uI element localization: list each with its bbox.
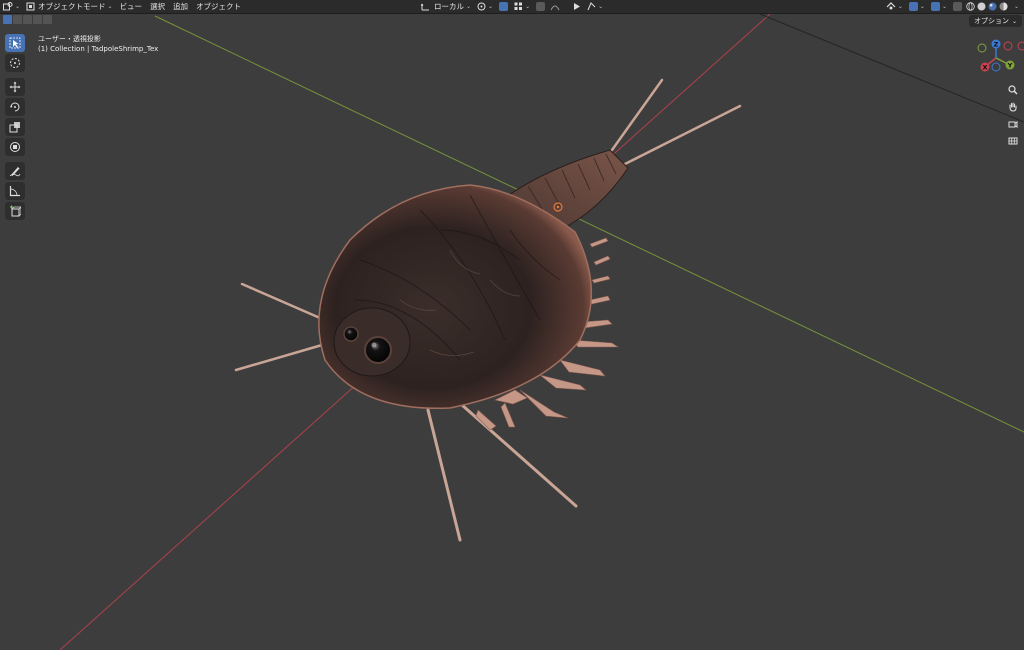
menu-object[interactable]: オブジェクト [192,1,245,12]
menu-view[interactable]: ビュー [116,1,147,12]
chevron-down-icon: ⌄ [488,3,494,10]
menu-add[interactable]: 追加 [169,1,192,12]
camera-icon [1008,121,1018,128]
chevron-down-icon: ⌄ [941,3,947,10]
options-label: オプション [973,17,1009,25]
falloff-dropdown[interactable] [548,1,563,12]
overlay-toggle[interactable]: ⌄ [928,1,950,12]
magnet-icon [499,2,509,11]
visibility-dropdown[interactable]: ⌄ [883,1,906,12]
collection-label: (1) Collection | TadpoleShrimp_Tex [38,45,159,53]
select-new-icon[interactable] [3,15,12,24]
xray-icon [952,2,962,11]
transform-space-label: ローカル [434,2,464,11]
visibility-icon [886,2,896,10]
add-cube-icon [10,205,21,217]
orientation-icon [421,3,429,11]
cursor-tool[interactable] [5,54,25,72]
keying-dropdown[interactable]: ⌄ [584,1,606,12]
3d-viewport[interactable] [0,14,1024,650]
add-cube-tool[interactable] [5,202,25,220]
tool-shelf [5,34,25,222]
chevron-down-icon: ⌄ [15,3,21,10]
annotate-tool[interactable] [5,162,25,180]
mode-label: オブジェクトモード [38,2,106,11]
pan-button[interactable] [1006,100,1020,114]
zoom-icon [1008,85,1018,95]
rendered-sphere-icon [999,2,1008,11]
snap-toggle[interactable] [496,1,511,12]
viewport-info: ユーザー・透視投影 (1) Collection | TadpoleShrimp… [38,34,158,54]
chevron-down-icon: ⌄ [107,3,113,10]
object-mode-icon [26,2,35,11]
snap-grid-icon [514,2,523,10]
grid-icon [1008,137,1018,145]
shading-options-dropdown[interactable]: ⌄ [1009,1,1022,12]
camera-view-button[interactable] [1006,117,1020,131]
menu-select[interactable]: 選択 [146,1,169,12]
play-icon [574,3,581,10]
ortho-toggle-button[interactable] [1006,134,1020,148]
solid-sphere-icon [977,2,986,11]
pivot-point-dropdown[interactable]: ⌄ [474,1,496,12]
select-box-icon [9,37,21,49]
scale-tool[interactable] [5,118,25,136]
viewport-header: ⌄ オブジェクトモード ⌄ ビュー 選択 追加 オブジェクト ローカル ⌄ ⌄ [0,0,1024,14]
annotate-icon [9,167,21,177]
shading-rendered-button[interactable] [998,1,1009,12]
shading-material-button[interactable] [987,1,998,12]
scale-icon [9,122,20,133]
transform-orientation-dropdown[interactable]: ローカル ⌄ [418,1,474,12]
chevron-down-icon: ⌄ [1011,17,1017,25]
proportional-editing-toggle[interactable] [533,1,548,12]
material-sphere-icon [988,2,997,11]
chevron-down-icon: ⌄ [466,3,472,10]
falloff-icon [551,5,560,11]
editor-type-icon [3,2,13,11]
transform-tool[interactable] [5,138,25,156]
options-dropdown[interactable]: オプション ⌄ [968,15,1022,27]
gizmo-x-label: X [982,64,987,72]
measure-tool[interactable] [5,182,25,200]
hand-icon [1009,102,1017,112]
selection-mode-group [3,15,52,24]
move-icon [9,81,21,93]
wireframe-sphere-icon [966,2,975,11]
gizmo-z-label: Z [994,41,999,49]
snap-target-dropdown[interactable]: ⌄ [511,1,533,12]
playback-button[interactable] [569,1,584,12]
measure-icon [9,186,20,197]
move-tool[interactable] [5,78,25,96]
cursor-icon [10,58,20,68]
chevron-down-icon: ⌄ [525,3,531,10]
gizmo-icon [908,2,918,11]
select-intersect-icon[interactable] [43,15,52,24]
tadpole-shrimp-mesh[interactable] [234,78,742,542]
select-box-tool[interactable] [5,34,25,52]
overlay-icon [930,2,940,11]
proportional-icon [536,2,546,11]
mode-dropdown[interactable]: オブジェクトモード ⌄ [23,1,116,12]
gizmo-toggle[interactable]: ⌄ [906,1,928,12]
zoom-button[interactable] [1006,83,1020,97]
transform-icon [10,142,20,152]
gizmo-y-label: Y [1007,62,1013,70]
chevron-down-icon: ⌄ [919,3,925,10]
shading-wireframe-button[interactable] [965,1,976,12]
xray-toggle[interactable] [950,1,965,12]
editor-type-button[interactable]: ⌄ [0,1,23,12]
pivot-icon [477,2,486,11]
rotate-icon [10,102,20,112]
chevron-down-icon: ⌄ [1013,3,1019,10]
rotate-tool[interactable] [5,98,25,116]
navigation-gizmo[interactable]: Z Y X [974,36,1024,78]
view-label: ユーザー・透視投影 [38,35,101,43]
select-extend-icon[interactable] [13,15,22,24]
chevron-down-icon: ⌄ [897,3,903,10]
select-invert-icon[interactable] [33,15,42,24]
keyframe-icon [587,2,596,11]
chevron-down-icon: ⌄ [598,3,604,10]
shading-solid-button[interactable] [976,1,987,12]
select-subtract-icon[interactable] [23,15,32,24]
